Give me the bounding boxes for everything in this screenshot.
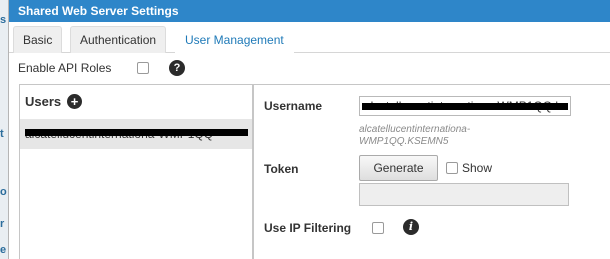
users-panel: Users + alcatellucentinternationa-WMP1QQ: [19, 84, 253, 259]
generate-button[interactable]: Generate: [359, 155, 438, 181]
tab-user-management[interactable]: User Management: [175, 26, 294, 53]
tab-authentication[interactable]: Authentication: [70, 26, 167, 53]
show-token-label: Show: [462, 161, 493, 175]
username-label: Username: [264, 99, 323, 113]
username-field[interactable]: alcatellucentinternationa-WMP1QQ.k: [359, 96, 571, 116]
user-list-item[interactable]: alcatellucentinternationa-WMP1QQ: [20, 119, 252, 149]
background-text: s: [0, 14, 7, 26]
background-text: r: [0, 218, 5, 230]
plus-icon[interactable]: +: [67, 94, 82, 109]
ip-filtering-checkbox[interactable]: [372, 222, 384, 234]
question-icon[interactable]: ?: [169, 60, 185, 76]
users-title: Users: [25, 94, 62, 109]
token-output-field: [359, 183, 569, 206]
enable-api-roles-checkbox[interactable]: [137, 62, 149, 74]
redaction-bar: [25, 129, 248, 136]
info-icon[interactable]: i: [403, 219, 419, 235]
dialog-title: Shared Web Server Settings: [9, 0, 610, 22]
ip-filtering-label: Use IP Filtering: [264, 221, 352, 235]
show-token-checkbox[interactable]: [446, 162, 458, 174]
token-label: Token: [264, 162, 299, 176]
background-text: e: [0, 244, 7, 256]
shared-web-server-settings-dialog: Shared Web Server Settings Basic Authent…: [8, 0, 610, 259]
tab-basic[interactable]: Basic: [13, 26, 63, 53]
enable-api-roles-label: Enable API Roles: [18, 61, 112, 75]
background-text: o: [0, 186, 7, 198]
redaction-bar: [362, 103, 568, 110]
users-header: Users +: [25, 94, 82, 112]
tab-bar: Basic Authentication User Management: [9, 22, 610, 53]
background-text: t: [0, 128, 4, 140]
username-hint: alcatellucentinternationa-WMP1QQ.KSEMN5: [359, 124, 471, 147]
